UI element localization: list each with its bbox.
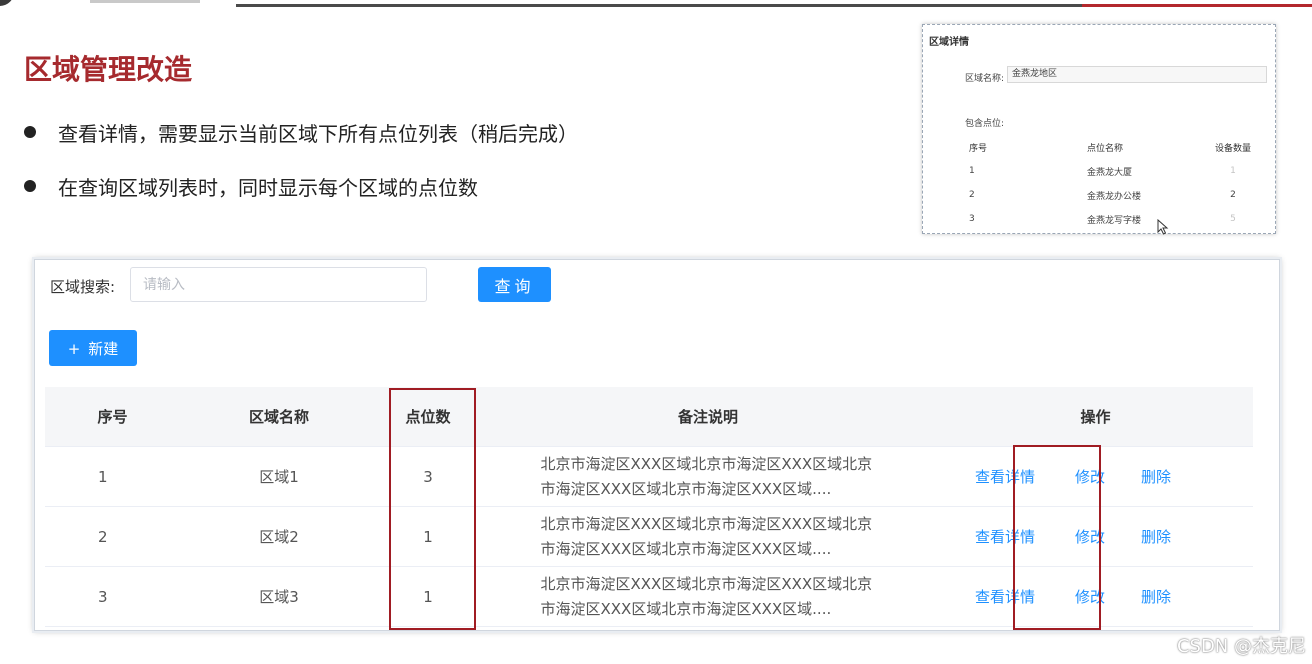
table-row: 3 区域3 1 北京市海淀区XXX区域北京市海淀区XXX区域北京市海淀区XXX区… [45,567,1253,627]
preview-cell-idx: 3 [969,214,975,224]
preview-cell-idx: 2 [969,190,975,200]
preview-col-name: 点位名称 [1087,143,1124,154]
cell-idx: 2 [98,527,108,546]
view-detail-button[interactable]: 查看详情 [975,586,1075,607]
col-header-ops: 操作 [1080,408,1111,426]
col-header-count: 点位数 [405,408,451,426]
bullet-dot-icon [24,126,36,138]
preview-name-label: 区域名称: [965,74,1005,84]
cell-note: 北京市海淀区XXX区域北京市海淀区XXX区域北京市海淀区XXX区域北京市海淀区X… [478,512,938,562]
preview-cell-idx: 1 [969,166,975,176]
note-text: 北京市海淀区XXX区域北京市海淀区XXX区域北京市海淀区XXX区域北京市海淀区X… [540,574,873,618]
cell-count: 1 [423,587,433,606]
edit-button[interactable]: 修改 [1075,466,1141,487]
watermark: CSDN @杰克尼 [1176,636,1306,657]
query-button[interactable]: 查询 [478,267,551,302]
preview-table-row: 2 金燕龙办公楼 2 [953,183,1273,207]
plus-icon: + [67,339,81,358]
preview-name-field[interactable]: 金燕龙地区 [1007,66,1267,83]
detail-preview: 区域详情 区域名称: 金燕龙地区 包含点位: 序号 点位名称 设备数量 1 金燕… [922,24,1276,235]
preview-cell-count: 1 [1230,166,1236,176]
area-search-label: 区域搜索: [50,278,116,296]
bullet-text: 在查询区域列表时，同时显示每个区域的点位数 [58,175,478,200]
preview-table-row: 3 金燕龙写字楼 5 [953,207,1273,231]
table-row: 2 区域2 1 北京市海淀区XXX区域北京市海淀区XXX区域北京市海淀区XXX区… [45,507,1253,567]
preview-cell-name: 金燕龙办公楼 [1087,191,1142,202]
preview-points-table: 序号 点位名称 设备数量 1 金燕龙大厦 1 2 金燕龙办公楼 2 3 金燕龙写… [953,135,1273,231]
edit-button[interactable]: 修改 [1075,586,1141,607]
cell-ops: 查看详情 修改 删除 [938,526,1253,547]
preview-cell-count: 5 [1230,214,1236,224]
preview-table-header: 序号 点位名称 设备数量 [953,135,1273,159]
cell-count: 3 [423,467,433,486]
mouse-cursor-icon [1157,219,1169,235]
edit-button[interactable]: 修改 [1075,526,1141,547]
cell-note: 北京市海淀区XXX区域北京市海淀区XXX区域北京市海淀区XXX区域北京市海淀区X… [478,452,938,502]
table-row: 1 区域1 3 北京市海淀区XXX区域北京市海淀区XXX区域北京市海淀区XXX区… [45,447,1253,507]
note-text: 北京市海淀区XXX区域北京市海淀区XXX区域北京市海淀区XXX区域北京市海淀区X… [540,514,873,558]
cell-name: 区域2 [259,528,299,546]
col-header-note: 备注说明 [677,408,738,426]
header-line [236,4,1082,7]
page-title: 区域管理改造 [24,53,193,86]
bullet-item: 查看详情，需要显示当前区域下所有点位列表（稍后完成） [24,116,578,148]
view-detail-button[interactable]: 查看详情 [975,526,1075,547]
cell-ops: 查看详情 修改 删除 [938,466,1253,487]
preview-col-idx: 序号 [969,143,988,154]
preview-table-row: 1 金燕龙大厦 1 [953,159,1273,183]
cell-name: 区域1 [259,468,299,486]
cell-idx: 1 [98,467,108,486]
col-header-idx: 序号 [97,408,128,426]
table-header: 序号 区域名称 点位数 备注说明 操作 [45,387,1253,447]
bullet-list: 查看详情，需要显示当前区域下所有点位列表（稍后完成） 在查询区域列表时，同时显示… [24,116,578,224]
new-area-button[interactable]: + 新建 [49,330,137,366]
cell-idx: 3 [98,587,108,606]
preview-cell-name: 金燕龙大厦 [1087,167,1133,178]
preview-cell-count: 2 [1230,190,1236,200]
logo-corner [0,0,14,6]
view-detail-button[interactable]: 查看详情 [975,466,1075,487]
cell-note: 北京市海淀区XXX区域北京市海淀区XXX区域北京市海淀区XXX区域北京市海淀区X… [478,572,938,622]
preview-col-count: 设备数量 [1214,143,1251,154]
note-text: 北京市海淀区XXX区域北京市海淀区XXX区域北京市海淀区XXX区域北京市海淀区X… [540,454,873,498]
cell-count: 1 [423,527,433,546]
new-button-label: 新建 [88,339,119,358]
bullet-dot-icon [24,180,36,192]
preview-title: 区域详情 [929,37,969,48]
header-line-accent [1082,4,1312,7]
area-management-panel: 区域搜索: 查询 + 新建 序号 区域名称 点位数 备注说明 操作 1 区域1 3… [34,259,1280,631]
preview-points-label: 包含点位: [965,119,1005,129]
col-header-name: 区域名称 [248,408,309,426]
cell-name: 区域3 [259,588,299,606]
preview-cell-name: 金燕龙写字楼 [1087,215,1142,226]
delete-button[interactable]: 删除 [1141,526,1201,547]
delete-button[interactable]: 删除 [1141,586,1201,607]
delete-button[interactable]: 删除 [1141,466,1201,487]
area-search-input[interactable] [130,267,427,302]
top-decoration [0,0,1312,8]
header-blur [90,0,200,3]
bullet-item: 在查询区域列表时，同时显示每个区域的点位数 [24,170,578,202]
area-table: 序号 区域名称 点位数 备注说明 操作 1 区域1 3 北京市海淀区XXX区域北… [45,387,1253,627]
bullet-text: 查看详情，需要显示当前区域下所有点位列表（稍后完成） [58,121,578,146]
cell-ops: 查看详情 修改 删除 [938,586,1253,607]
